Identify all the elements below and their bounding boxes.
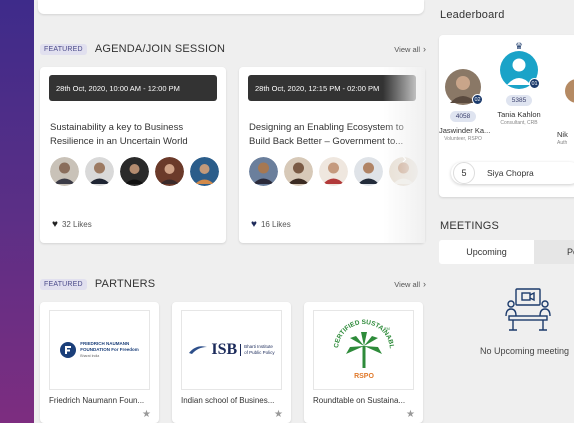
star-icon[interactable]: ★ [274, 409, 283, 420]
leaderboard-person[interactable]: 02 4058 Jaswinder Ka... Volunteer, RSPO [439, 69, 491, 142]
featured-badge: FEATURED [40, 278, 87, 290]
tab-upcoming[interactable]: Upcoming [439, 240, 534, 264]
session-date: 28th Oct, 2020, 10:00 AM - 12:00 PM [49, 75, 217, 101]
agenda-section-title: AGENDA/JOIN SESSION [94, 43, 226, 55]
leaderboard-person[interactable]: ♛ 01 5385 Tania Kahlon Consultant, CRB [493, 41, 545, 126]
partner-card[interactable]: CERTIFIED SUSTAINABLE PALM OIL TM RSPO R… [304, 302, 423, 423]
person-name: Nik [557, 130, 568, 139]
right-panel: Leaderboard 02 4058 Jaswinder Ka... Volu… [431, 0, 574, 423]
partners-section-header: FEATURED PARTNERS View all › [40, 276, 426, 292]
heart-icon[interactable]: ♥ [52, 219, 58, 230]
speaker-avatars [50, 157, 219, 186]
likes-label: 16 Likes [260, 220, 291, 229]
speaker-avatar[interactable] [120, 157, 149, 186]
agenda-view-all-link[interactable]: View all › [394, 44, 426, 54]
speaker-avatar[interactable] [85, 157, 114, 186]
chevron-right-icon: › [423, 279, 426, 289]
agenda-section-header: FEATURED AGENDA/JOIN SESSION View all › [40, 41, 426, 57]
speaker-avatar[interactable] [155, 157, 184, 186]
person-role: Auth [557, 140, 568, 146]
partner-card[interactable]: FRIEDRICH NAUMANN FOUNDATION For Freedom… [40, 302, 159, 423]
speaker-avatar[interactable] [249, 157, 278, 186]
meetings-title: MEETINGS [440, 220, 500, 232]
featured-badge: FEATURED [40, 43, 87, 55]
logo-text: RSPO [354, 373, 374, 380]
session-card[interactable]: 28th Oct, 2020, 10:00 AM - 12:00 PM Sust… [40, 67, 226, 243]
likes-label: 32 Likes [61, 220, 92, 229]
avatar [565, 79, 574, 103]
speaker-avatar[interactable] [354, 157, 383, 186]
leaderboard-title: Leaderboard [440, 9, 505, 21]
partner-name[interactable]: Indian school of Busines... [181, 396, 285, 405]
partner-name[interactable]: Friedrich Naumann Foun... [49, 396, 153, 405]
star-icon[interactable]: ★ [406, 409, 415, 420]
points-pill: 4058 [449, 111, 477, 122]
no-meetings-text: No Upcoming meeting [480, 346, 570, 356]
speaker-avatar[interactable] [190, 157, 219, 186]
fnf-logo-icon [60, 342, 77, 358]
likes-count[interactable]: ♥ 32 Likes [52, 219, 92, 230]
crown-icon: ♛ [514, 41, 524, 51]
logo-text: ISB [211, 341, 238, 358]
partner-logo: CERTIFIED SUSTAINABLE PALM OIL TM RSPO [313, 310, 414, 390]
logo-text: Bharat India [80, 354, 100, 358]
logo-text: of Public Policy [244, 350, 275, 355]
person-role: Volunteer, RSPO [444, 136, 482, 142]
speaker-avatar[interactable] [284, 157, 313, 186]
left-sidebar-strip [0, 0, 34, 423]
logo-text: TM [384, 326, 390, 331]
rspo-logo: CERTIFIED SUSTAINABLE PALM OIL TM RSPO [328, 314, 395, 380]
likes-count[interactable]: ♥ 16 Likes [251, 219, 291, 230]
partner-logo: FRIEDRICH NAUMANN FOUNDATION For Freedom… [49, 310, 150, 390]
partners-section-title: PARTNERS [94, 278, 156, 290]
speaker-avatar[interactable] [50, 157, 79, 186]
view-all-label: View all [394, 45, 420, 54]
speaker-avatar[interactable] [319, 157, 348, 186]
person-role: Consultant, CRB [500, 120, 538, 126]
session-title[interactable]: Sustainability a key to Business Resilie… [50, 121, 216, 149]
carousel-next-arrow-icon[interactable]: › [402, 150, 407, 166]
partner-name[interactable]: Roundtable on Sustaina... [313, 396, 417, 405]
person-name: Tania Kahlon [497, 110, 541, 119]
view-all-label: View all [394, 280, 420, 289]
rank-badge: 02 [472, 94, 483, 105]
partners-view-all-link[interactable]: View all › [394, 279, 426, 289]
partner-logo: ISB Bharti Institute of Public Policy [181, 310, 282, 390]
rank-badge: 01 [529, 78, 540, 89]
palm-tree-icon [345, 332, 382, 368]
tab-past[interactable]: Pe [534, 240, 574, 264]
star-icon[interactable]: ★ [142, 409, 151, 420]
meetings-tabs: Upcoming Pe [439, 240, 574, 264]
points-pill: 5385 [505, 95, 533, 106]
my-rank-number: 5 [453, 162, 475, 184]
chevron-right-icon: › [423, 44, 426, 54]
heart-icon[interactable]: ♥ [251, 219, 257, 230]
leaderboard-person[interactable]: Nik Auth [557, 79, 574, 146]
partner-card[interactable]: ISB Bharti Institute of Public Policy In… [172, 302, 291, 423]
isb-swoosh-icon [189, 346, 208, 354]
person-name: Jaswinder Ka... [439, 126, 491, 135]
previous-section-card [38, 0, 424, 14]
my-rank-name: Siya Chopra [487, 168, 534, 178]
meeting-room-icon [505, 288, 551, 331]
my-rank-pill[interactable]: 5 Siya Chopra [451, 162, 574, 184]
